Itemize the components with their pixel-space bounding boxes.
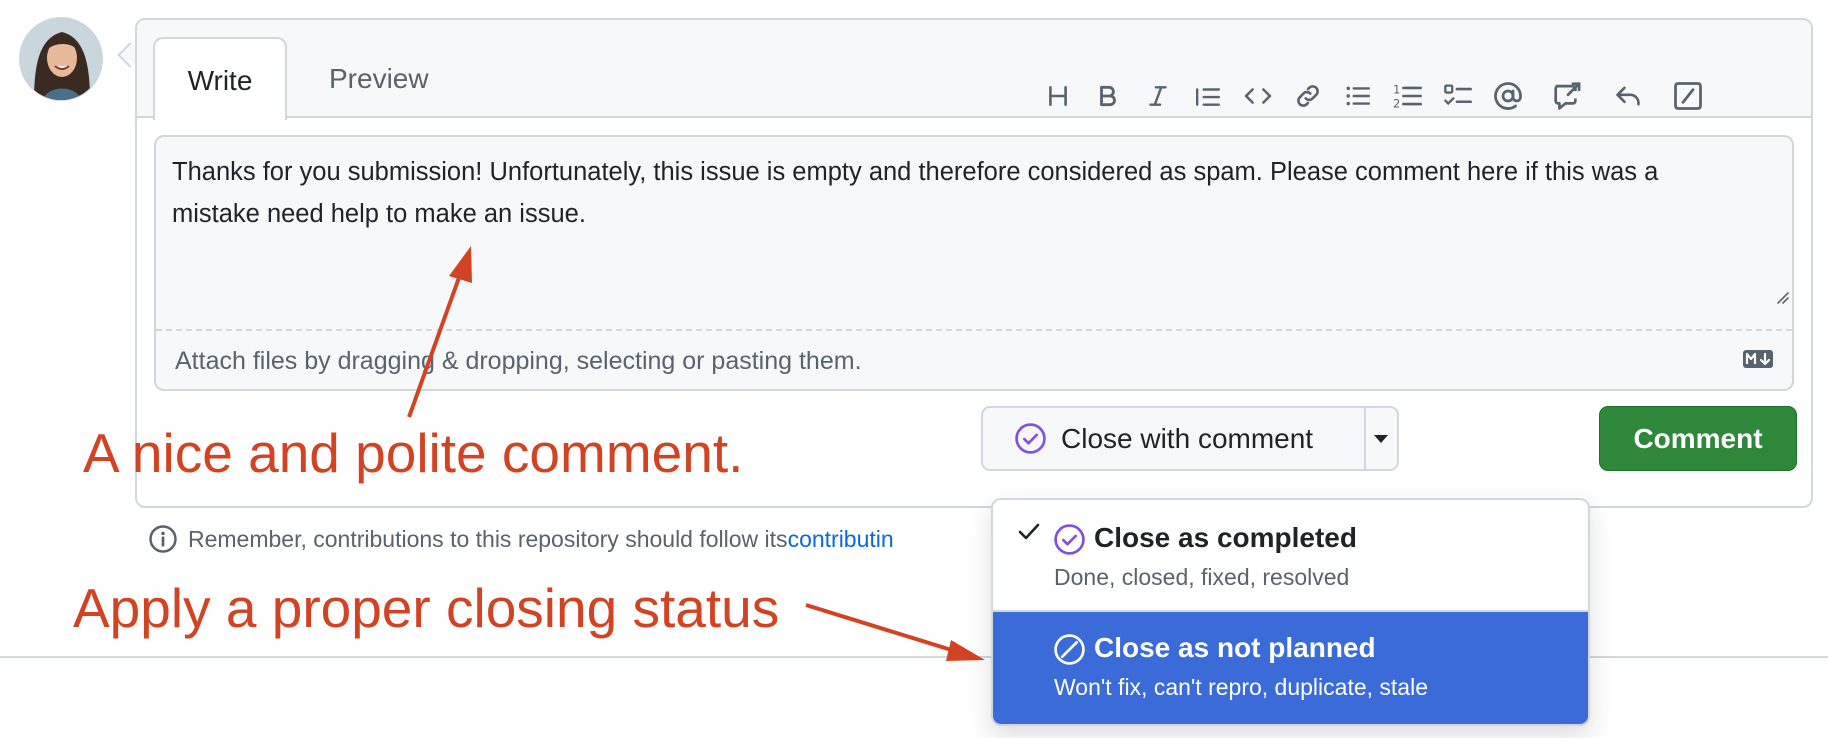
- info-icon: [149, 525, 177, 553]
- editor-header: Write Preview 12: [137, 20, 1811, 120]
- chevron-down-icon: [1373, 434, 1388, 443]
- footer-text: Remember, contributions to this reposito…: [188, 525, 788, 552]
- contributing-link[interactable]: contributin: [788, 526, 894, 553]
- heading-icon[interactable]: [1038, 74, 1078, 118]
- attach-hint: Attach files by dragging & dropping, sel…: [175, 347, 862, 375]
- svg-text:1: 1: [1393, 83, 1400, 97]
- skip-icon: [1054, 634, 1085, 665]
- comment-text[interactable]: Thanks for you submission! Unfortunately…: [172, 151, 1752, 235]
- avatar[interactable]: [19, 17, 103, 101]
- annotation-comment-note: A nice and polite comment.: [83, 422, 744, 484]
- cross-reference-icon[interactable]: [1548, 74, 1588, 118]
- selected-check-icon: [1018, 523, 1040, 540]
- mention-icon[interactable]: [1488, 74, 1528, 118]
- code-icon[interactable]: [1238, 74, 1278, 118]
- arrow-to-not-planned: [805, 603, 985, 661]
- contribution-guidelines-note: Remember, contributions to this reposito…: [148, 524, 894, 554]
- resize-handle-icon[interactable]: [1774, 289, 1790, 305]
- comment-button[interactable]: Comment: [1599, 406, 1797, 471]
- comment-textarea[interactable]: Thanks for you submission! Unfortunately…: [154, 135, 1794, 391]
- slash-command-icon[interactable]: [1668, 74, 1708, 118]
- annotation-status-note: Apply a proper closing status: [73, 577, 780, 639]
- numbered-list-icon[interactable]: 12: [1388, 74, 1428, 118]
- menu-item-close-as-completed[interactable]: Close as completed Done, closed, fixed, …: [993, 500, 1588, 611]
- tab-write[interactable]: Write: [153, 37, 287, 120]
- attach-files-area[interactable]: Attach files by dragging & dropping, sel…: [156, 329, 1792, 389]
- check-circle-icon: [1054, 524, 1085, 555]
- close-options-menu: Close as completed Done, closed, fixed, …: [991, 498, 1590, 726]
- close-with-comment-split-button: Close with comment: [981, 406, 1399, 471]
- quote-icon[interactable]: [1188, 74, 1228, 118]
- bold-icon[interactable]: [1088, 74, 1128, 118]
- menu-item-title: Close as not planned: [1094, 632, 1376, 663]
- menu-item-description: Won't fix, can't repro, duplicate, stale: [1054, 674, 1428, 700]
- menu-item-description: Done, closed, fixed, resolved: [1054, 564, 1350, 590]
- tab-preview[interactable]: Preview: [297, 37, 461, 120]
- link-icon[interactable]: [1288, 74, 1328, 118]
- menu-item-title: Close as completed: [1094, 522, 1357, 553]
- reply-icon[interactable]: [1608, 74, 1648, 118]
- close-with-comment-button[interactable]: Close with comment: [983, 408, 1366, 469]
- check-circle-icon: [1015, 423, 1046, 454]
- user-photo: [20, 18, 102, 100]
- close-with-comment-label: Close with comment: [1061, 422, 1314, 454]
- markdown-icon[interactable]: [1742, 349, 1774, 369]
- menu-item-close-as-not-planned[interactable]: Close as not planned Won't fix, can't re…: [993, 612, 1588, 724]
- svg-text:2: 2: [1393, 97, 1400, 110]
- task-list-icon[interactable]: [1438, 74, 1478, 118]
- bullet-list-icon[interactable]: [1338, 74, 1378, 118]
- close-options-dropdown-button[interactable]: [1364, 408, 1397, 469]
- italic-icon[interactable]: [1138, 74, 1178, 118]
